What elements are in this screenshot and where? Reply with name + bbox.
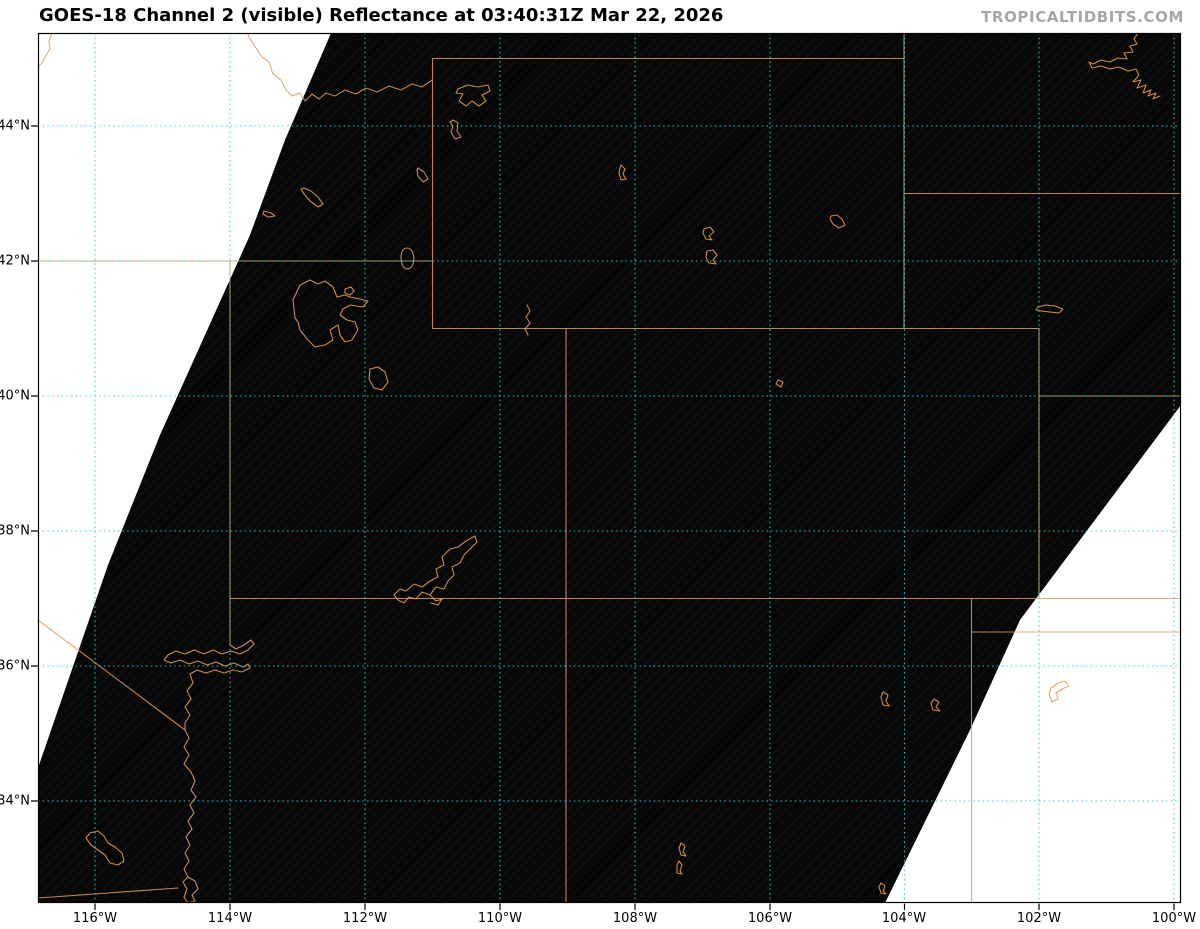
- lon-tick-label: 110°W: [477, 911, 523, 926]
- page: { "page": { "title": "GOES-18 Channel 2 …: [0, 0, 1200, 929]
- lon-tick-label: 116°W: [72, 911, 118, 926]
- lon-tick-label: 112°W: [342, 911, 388, 926]
- lon-tick-label: 100°W: [1151, 911, 1197, 926]
- lon-tick-label: 104°W: [881, 911, 927, 926]
- longitude-ticks: [94, 903, 1175, 910]
- lon-tick-label: 102°W: [1016, 911, 1062, 926]
- lat-tick-label: 42°N: [0, 253, 30, 269]
- lat-tick-label: 36°N: [0, 658, 30, 674]
- satellite-swath-scan-texture: [38, 33, 1181, 903]
- oregon-idaho-border: [37, 32, 53, 68]
- lon-tick-label: 114°W: [207, 911, 253, 926]
- lon-tick-label: 108°W: [612, 911, 658, 926]
- lake-meredith: [1048, 680, 1070, 703]
- satellite-map: [31, 32, 1182, 910]
- lat-tick-label: 34°N: [0, 793, 30, 809]
- lat-tick-label: 40°N: [0, 388, 30, 404]
- latitude-ticks: [31, 125, 38, 802]
- lat-tick-label: 38°N: [0, 523, 30, 539]
- lon-tick-label: 106°W: [747, 911, 793, 926]
- lat-tick-label: 44°N: [0, 118, 30, 134]
